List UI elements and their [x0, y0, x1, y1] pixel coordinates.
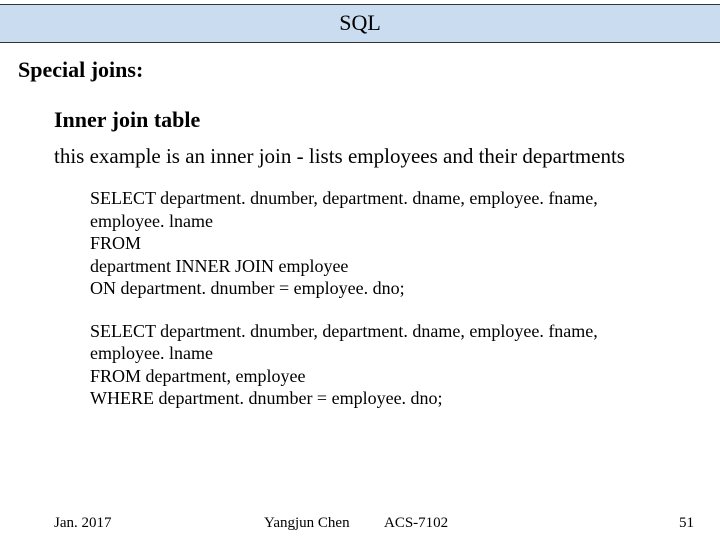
code-line: FROM: [90, 232, 654, 255]
code-area: SELECT department. dnumber, department. …: [54, 187, 654, 410]
content-area: Inner join table this example is an inne…: [0, 83, 720, 410]
slide-title-bar: SQL: [0, 4, 720, 43]
description-text: this example is an inner join - lists em…: [54, 143, 634, 169]
code-line: employee. lname: [90, 342, 654, 365]
section-heading: Special joins:: [0, 43, 720, 83]
slide-title: SQL: [339, 10, 381, 35]
code-line: WHERE department. dnumber = employee. dn…: [90, 387, 654, 410]
code-line: SELECT department. dnumber, department. …: [90, 320, 654, 343]
code-block-1: SELECT department. dnumber, department. …: [90, 187, 654, 300]
slide-footer: Jan. 2017 Yangjun Chen ACS-7102 51: [0, 515, 720, 532]
footer-page-number: 51: [679, 515, 694, 532]
code-line: SELECT department. dnumber, department. …: [90, 187, 654, 210]
code-line: department INNER JOIN employee: [90, 255, 654, 278]
code-block-2: SELECT department. dnumber, department. …: [90, 320, 654, 410]
code-line: ON department. dnumber = employee. dno;: [90, 277, 654, 300]
subheading: Inner join table: [54, 107, 720, 133]
code-line: employee. lname: [90, 210, 654, 233]
code-line: FROM department, employee: [90, 365, 654, 388]
footer-date: Jan. 2017: [54, 515, 264, 532]
footer-author: Yangjun Chen: [264, 515, 384, 532]
footer-course: ACS-7102: [384, 515, 494, 532]
